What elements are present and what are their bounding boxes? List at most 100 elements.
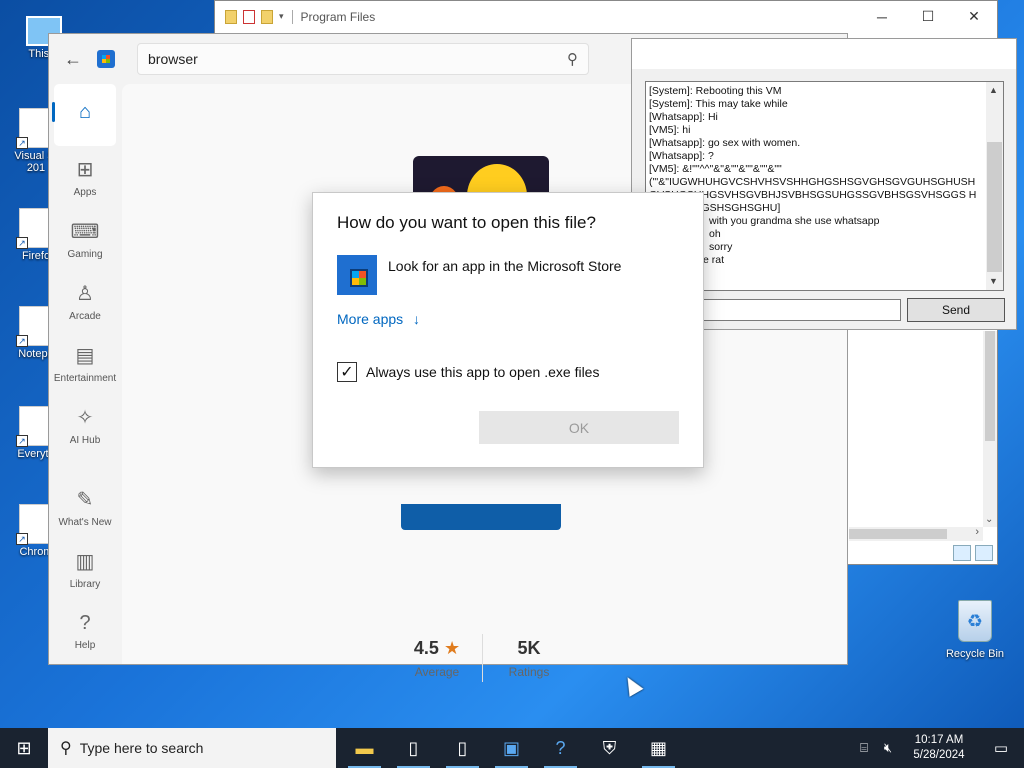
taskbar-app-window[interactable]: ▦: [634, 728, 683, 768]
sidebar-item-gaming[interactable]: ⌨ Gaming: [49, 208, 121, 270]
taskbar-microsoft-store[interactable]: ▣: [487, 728, 536, 768]
properties-icon[interactable]: [243, 9, 255, 24]
rating-label: Average: [414, 665, 460, 679]
divider: [482, 634, 483, 682]
more-apps-label: More apps: [337, 311, 404, 327]
scrollbar-thumb[interactable]: [849, 529, 947, 539]
sidebar-item-label: AI Hub: [69, 434, 101, 446]
shortcut-arrow-icon: ↗: [16, 435, 28, 447]
shortcut-arrow-icon: ↗: [16, 137, 28, 149]
scrollbar-thumb[interactable]: [987, 142, 1002, 272]
arrow-down-icon: ↓: [413, 311, 421, 327]
chat-line: [Whatsapp]: ?: [649, 150, 714, 162]
gamepad-icon: ⌨: [70, 220, 100, 243]
recycle-bin-icon: ♻: [958, 600, 992, 642]
help-icon: ?: [79, 611, 91, 634]
network-icon[interactable]: ⌸: [852, 740, 876, 756]
clapper-icon: ▤: [75, 344, 95, 367]
explorer-horizontal-scrollbar[interactable]: ›: [849, 526, 983, 541]
file-explorer-icon: ▬: [355, 737, 374, 758]
taskbar-security[interactable]: ⛨: [585, 728, 634, 768]
clock-date: 5/28/2024: [913, 749, 965, 761]
new-folder-icon[interactable]: [261, 9, 273, 24]
store-option[interactable]: Look for an app in the Microsoft Store: [337, 255, 621, 295]
clock[interactable]: 10:17 AM 5/28/2024: [900, 733, 978, 763]
scroll-down-icon[interactable]: ▼: [989, 275, 998, 288]
folder-icon[interactable]: [225, 9, 237, 24]
library-icon: ▥: [75, 550, 95, 573]
taskbar-search-placeholder: Type here to search: [79, 740, 204, 756]
chat-line: [VM5]: &!""^^"&"&""&""&""&"": [649, 163, 782, 175]
close-button[interactable]: ✕: [951, 1, 997, 32]
sidebar-item-label: Library: [69, 578, 101, 590]
search-icon: ⚲: [60, 740, 72, 757]
help-assistant-icon: ?: [555, 737, 566, 758]
average-rating: 4.5 ★ Average: [412, 638, 462, 679]
chat-titlebar: [632, 39, 1016, 69]
system-tray: ⌸ 🔇︎ 10:17 AM 5/28/2024 ▭: [852, 728, 1024, 768]
explorer-vertical-scrollbar[interactable]: ⌄: [983, 331, 997, 527]
shortcut-arrow-icon: ↗: [16, 533, 28, 545]
open-with-dialog: How do you want to open this file? Look …: [312, 192, 704, 468]
ok-button[interactable]: OK: [479, 411, 679, 444]
scroll-down-icon[interactable]: ⌄: [985, 514, 993, 525]
customize-dropdown-icon[interactable]: ▾: [279, 11, 284, 22]
taskbar-apps: ▬ ▯ ▯ ▣ ? ⛨ ▦: [340, 728, 683, 768]
scroll-up-icon[interactable]: ▲: [989, 84, 998, 97]
details-view-icon[interactable]: [953, 545, 971, 561]
chat-line: [System]: This may take while: [649, 98, 788, 110]
divider: [291, 9, 293, 24]
shortcut-arrow-icon: ↗: [16, 237, 28, 249]
taskbar-help-assistant[interactable]: ?: [536, 728, 585, 768]
megaphone-icon: ✎: [76, 488, 94, 511]
taskbar-search-box[interactable]: ⚲ Type here to search: [48, 728, 336, 768]
send-button[interactable]: Send: [907, 298, 1005, 322]
checkmark-icon: ✓: [340, 364, 354, 381]
start-button[interactable]: ⊞: [0, 728, 48, 768]
taskbar-file-explorer[interactable]: ▬: [340, 728, 389, 768]
taskbar: ⊞ ⚲ Type here to search ▬ ▯ ▯ ▣ ? ⛨ ▦ ⌸ …: [0, 728, 1024, 768]
taskbar-document[interactable]: ▯: [389, 728, 438, 768]
home-icon: ⌂: [78, 101, 92, 123]
get-button[interactable]: [401, 504, 561, 530]
rating-value: 4.5: [413, 638, 439, 658]
sidebar-item-apps[interactable]: ⊞ Apps: [49, 146, 121, 208]
microsoft-store-logo: [97, 50, 115, 68]
sidebar-item-library[interactable]: ▥ Library: [49, 538, 121, 600]
sidebar-item-entertainment[interactable]: ▤ Entertainment: [49, 332, 121, 394]
maximize-button[interactable]: ☐: [905, 1, 951, 32]
always-use-checkbox[interactable]: ✓: [337, 362, 357, 382]
sidebar-item-home[interactable]: ⌂: [52, 84, 116, 146]
large-icons-view-icon[interactable]: [975, 545, 993, 561]
scrollbar-thumb[interactable]: [985, 331, 995, 441]
sidebar-item-whats-new[interactable]: ✎ What's New: [49, 476, 121, 538]
ratings-label: Ratings: [508, 665, 550, 679]
apps-icon: ⊞: [76, 158, 94, 181]
security-shield-icon: ⛨: [602, 737, 617, 758]
back-arrow-icon[interactable]: ←: [49, 49, 97, 70]
scroll-right-icon[interactable]: ›: [975, 526, 979, 538]
ratings-value: 5K: [517, 638, 541, 658]
sidebar-item-help[interactable]: ? Help: [49, 600, 121, 662]
app-window-icon: ▦: [649, 737, 667, 758]
microsoft-store-icon: ▣: [502, 737, 520, 758]
chat-scrollbar[interactable]: ▲ ▼: [986, 82, 1003, 290]
sidebar-item-arcade[interactable]: ♙ Arcade: [49, 270, 121, 332]
mouse-cursor-icon: [620, 673, 644, 697]
search-icon[interactable]: ⚲: [567, 50, 578, 68]
notification-icon[interactable]: ▭: [978, 739, 1024, 757]
document-icon: ▯: [408, 737, 419, 758]
shortcut-arrow-icon: ↗: [16, 335, 28, 347]
more-apps-link[interactable]: More apps ↓: [337, 311, 420, 327]
minimize-button[interactable]: ─: [859, 1, 905, 32]
always-use-checkbox-row[interactable]: ✓ Always use this app to open .exe files: [337, 362, 599, 382]
sidebar-item-ai-hub[interactable]: ✧ AI Hub: [49, 394, 121, 456]
search-input[interactable]: browser: [148, 51, 198, 67]
store-search-box[interactable]: browser ⚲: [137, 43, 589, 75]
desktop-icon-recycle-bin[interactable]: ♻ Recycle Bin: [942, 600, 1008, 660]
volume-muted-icon[interactable]: 🔇︎: [876, 740, 900, 756]
taskbar-document[interactable]: ▯: [438, 728, 487, 768]
microsoft-store-icon: [337, 255, 377, 295]
sidebar-item-label: Help: [74, 639, 96, 651]
sidebar-item-label: What's New: [58, 516, 112, 528]
